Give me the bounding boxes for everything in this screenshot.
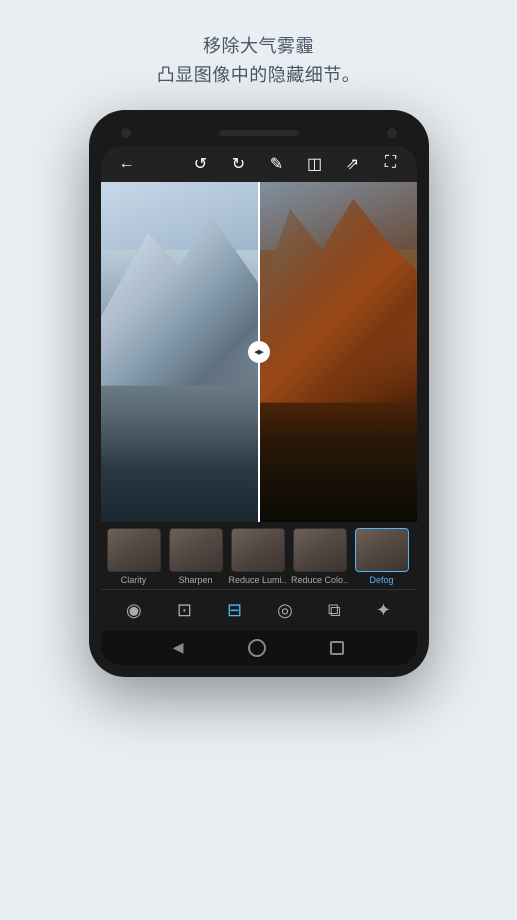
bottom-toolbar: ◉ ⊡ ⊟ ◎ ⧉ ✦ [101, 589, 417, 631]
phone-device: ← ↺ ↻ ✎ ◫ ⇗ ⛶ [89, 110, 429, 677]
thumbnail-item[interactable]: Reduce Lumi.. [229, 528, 287, 585]
nav-recent-icon[interactable] [330, 641, 344, 655]
crop-icon[interactable]: ⊡ [177, 600, 192, 621]
phone-screen: ← ↺ ↻ ✎ ◫ ⇗ ⛶ [101, 146, 417, 665]
edit-button[interactable]: ✎ [263, 154, 291, 174]
thumbnail-label: Defog [369, 575, 393, 585]
nav-home-icon[interactable] [248, 639, 266, 657]
back-button[interactable]: ← [113, 155, 141, 173]
redo-button[interactable]: ↻ [225, 154, 253, 174]
thumbnail-label: Reduce Colo.. [291, 575, 348, 585]
thumbnail-image [355, 528, 409, 572]
thumbnail-image [293, 528, 347, 572]
header-line2: 凸显图像中的隐藏细节。 [157, 65, 361, 85]
thumbnail-image [107, 528, 161, 572]
header-line1: 移除大气雾霾 [203, 36, 314, 56]
toolbar-right-icons: ↺ ↻ ✎ ◫ ⇗ ⛶ [187, 154, 405, 174]
edit-toolbar: ← ↺ ↻ ✎ ◫ ⇗ ⛶ [101, 146, 417, 182]
phone-speaker [219, 130, 299, 136]
thumbnail-item[interactable]: Defog [353, 528, 411, 585]
thumbnail-item[interactable]: Reduce Colo.. [291, 528, 349, 585]
thumbnail-label: Reduce Lumi.. [228, 575, 286, 585]
undo-button[interactable]: ↺ [187, 154, 215, 174]
fullscreen-button[interactable]: ⛶ [377, 154, 405, 174]
phone-top-bar [101, 122, 417, 146]
thumbnail-label: Sharpen [178, 575, 212, 585]
split-handle[interactable] [248, 341, 270, 363]
sliders-icon[interactable]: ⊟ [227, 600, 242, 621]
header-description: 移除大气雾霾 凸显图像中的隐藏细节。 [117, 0, 401, 110]
phone-wrapper: ← ↺ ↻ ✎ ◫ ⇗ ⛶ [0, 110, 517, 920]
compare-button[interactable]: ◫ [301, 154, 329, 174]
phone-camera [121, 128, 131, 138]
image-split-view [101, 182, 417, 522]
filter-strip: Clarity Sharpen Reduce Lumi.. Reduce Colo..… [101, 522, 417, 589]
thumbnail-item[interactable]: Clarity [105, 528, 163, 585]
thumbnail-item[interactable]: Sharpen [167, 528, 225, 585]
thumbnail-label: Clarity [121, 575, 147, 585]
thumbnail-image [169, 528, 223, 572]
layers-icon[interactable]: ⧉ [328, 600, 341, 621]
phone-sensor [387, 128, 397, 138]
image-before [101, 182, 259, 522]
nav-bar: ◀ [101, 631, 417, 665]
share-button[interactable]: ⇗ [339, 154, 367, 174]
thumbnail-list: Clarity Sharpen Reduce Lumi.. Reduce Colo..… [105, 528, 413, 585]
eye-icon[interactable]: ◎ [277, 600, 293, 621]
thumbnail-image [231, 528, 285, 572]
nav-back-icon[interactable]: ◀ [173, 639, 184, 656]
retouch-icon[interactable]: ✦ [376, 600, 391, 621]
globe-icon[interactable]: ◉ [126, 600, 142, 621]
image-after [259, 182, 417, 522]
